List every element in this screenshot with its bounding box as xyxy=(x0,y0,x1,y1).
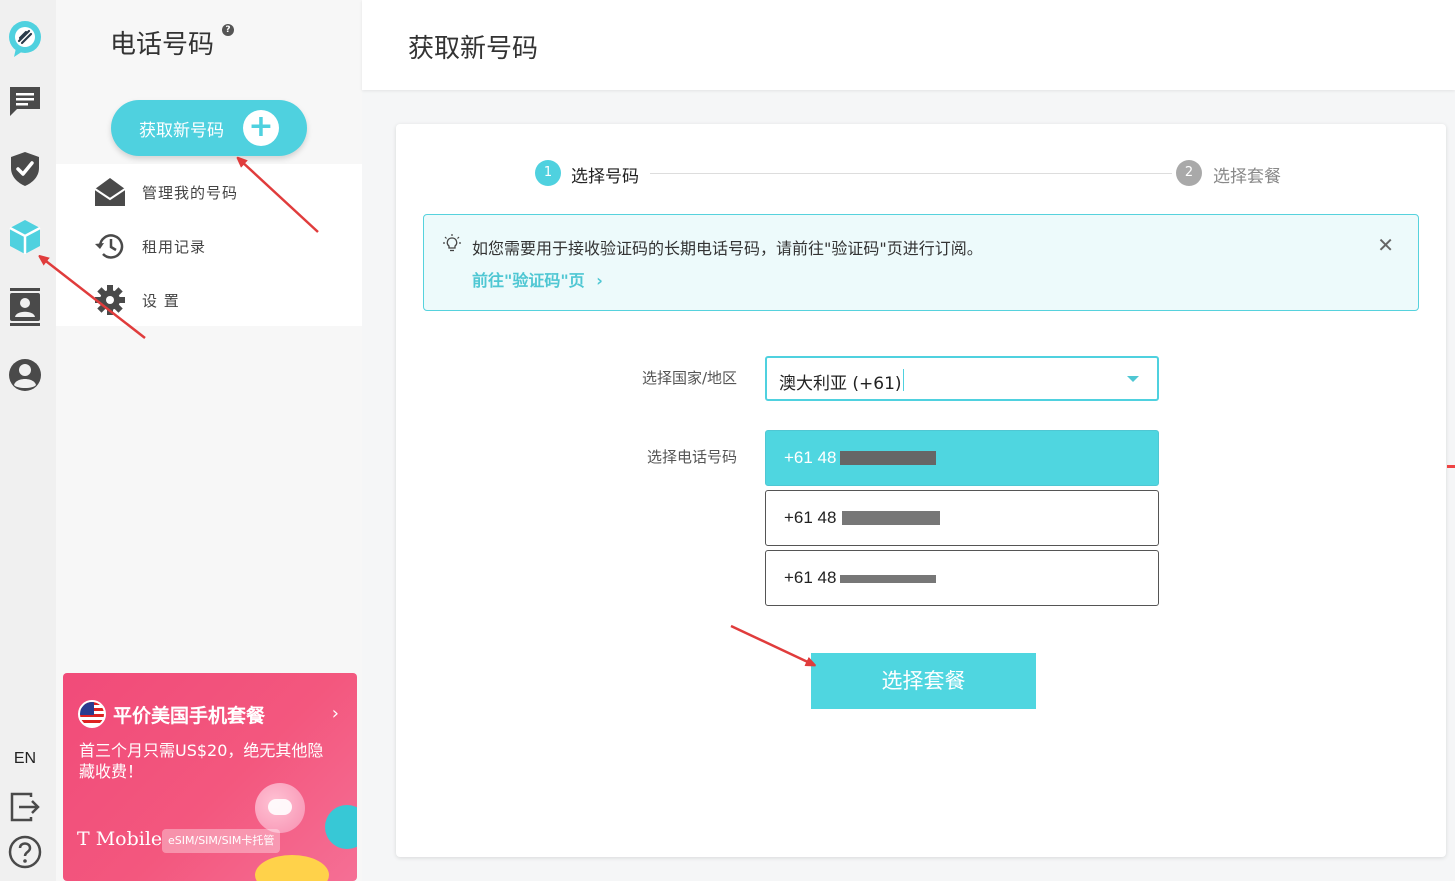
cube-icon[interactable] xyxy=(8,220,42,254)
history-icon xyxy=(94,230,126,262)
phone-illustration xyxy=(325,805,357,849)
us-flag-icon xyxy=(78,700,106,728)
shield-check-icon[interactable] xyxy=(8,152,42,186)
country-value: 澳大利亚 (+61) xyxy=(779,374,902,394)
contacts-icon[interactable] xyxy=(8,288,42,326)
promo-title: 平价美国手机套餐 xyxy=(113,705,266,727)
chat-bubble-illustration xyxy=(255,783,305,833)
user-icon[interactable] xyxy=(8,358,42,392)
step-2-label: 选择套餐 xyxy=(1213,167,1281,187)
secondary-sidebar: 电话号码 ? 获取新号码 + 管理我的号码 租用记录 设 置 平价美国手机套餐 … xyxy=(56,0,362,881)
sidebar-item-label: 设 置 xyxy=(142,291,180,310)
redaction-mask xyxy=(840,575,936,583)
promo-banner[interactable]: 平价美国手机套餐 › 首三个月只需US$20，绝无其他隐藏收费！ T Mobil… xyxy=(63,673,357,881)
info-notice: 如您需要用于接收验证码的长期电话号码，请前往"验证码"页进行订阅。 前往"验证码… xyxy=(423,214,1419,311)
close-icon[interactable]: ✕ xyxy=(1377,233,1394,257)
number-text: +61 48 xyxy=(784,568,837,587)
tmobile-logo: T Mobile xyxy=(77,828,163,850)
logout-icon[interactable] xyxy=(8,790,42,824)
sidebar-menu: 管理我的号码 租用记录 设 置 xyxy=(56,164,362,326)
gear-icon xyxy=(94,284,126,316)
sidebar-item-settings[interactable]: 设 置 xyxy=(94,280,334,320)
step-1-label: 选择号码 xyxy=(571,167,639,187)
get-new-number-button[interactable]: 获取新号码 + xyxy=(111,100,307,156)
number-option[interactable]: +61 48 xyxy=(765,490,1159,546)
step-2-number: 2 xyxy=(1176,160,1202,186)
promo-badge: eSIM/SIM/SIM卡托管 xyxy=(162,829,281,853)
chevron-right-icon: › xyxy=(331,703,339,724)
redaction-mask xyxy=(840,451,936,465)
coin-illustration xyxy=(255,855,329,881)
get-new-number-label: 获取新号码 xyxy=(139,120,224,141)
top-bar: 获取新号码 xyxy=(362,0,1455,90)
caret-down-icon xyxy=(1127,376,1139,382)
notice-link-label: 前往"验证码"页 xyxy=(472,271,585,290)
number-label: 选择电话号码 xyxy=(646,448,737,466)
chat-icon[interactable] xyxy=(8,84,42,118)
redaction-mask xyxy=(842,511,940,525)
lightbulb-icon xyxy=(443,234,461,252)
country-label: 选择国家/地区 xyxy=(641,369,737,387)
sidebar-title: 电话号码 xyxy=(110,30,215,60)
edge-marker xyxy=(1447,465,1455,468)
step-1-number: 1 xyxy=(535,160,561,186)
envelope-icon xyxy=(94,176,126,208)
number-text: +61 48 xyxy=(784,448,837,467)
stepper: 1 选择号码 2 选择套餐 xyxy=(535,160,1285,188)
icon-rail: EN xyxy=(0,0,56,881)
page-title: 获取新号码 xyxy=(408,34,539,64)
notice-text: 如您需要用于接收验证码的长期电话号码，请前往"验证码"页进行订阅。 xyxy=(472,239,983,258)
verification-page-link[interactable]: 前往"验证码"页 › xyxy=(472,267,603,291)
sidebar-item-manage-numbers[interactable]: 管理我的号码 xyxy=(94,172,334,212)
app-logo-icon[interactable] xyxy=(8,21,42,57)
sidebar-item-label: 管理我的号码 xyxy=(142,183,239,202)
promo-text: 首三个月只需US$20，绝无其他隐藏收费！ xyxy=(79,741,324,781)
help-icon[interactable] xyxy=(8,835,42,869)
country-select[interactable]: 澳大利亚 (+61) xyxy=(765,356,1159,401)
step-divider xyxy=(650,173,1172,174)
main-card: 1 选择号码 2 选择套餐 如您需要用于接收验证码的长期电话号码，请前往"验证码… xyxy=(396,124,1446,857)
number-text: +61 48 xyxy=(784,508,837,527)
number-option[interactable]: +61 48 xyxy=(765,430,1159,486)
sidebar-item-label: 租用记录 xyxy=(142,237,207,256)
chevron-right-icon: › xyxy=(596,271,603,290)
language-toggle[interactable]: EN xyxy=(0,750,50,768)
sidebar-item-rental-history[interactable]: 租用记录 xyxy=(94,226,334,266)
text-cursor xyxy=(903,369,904,391)
help-badge-icon[interactable]: ? xyxy=(222,24,234,36)
choose-plan-button[interactable]: 选择套餐 xyxy=(811,653,1036,709)
plus-icon: + xyxy=(243,110,279,146)
number-option[interactable]: +61 48 xyxy=(765,550,1159,606)
